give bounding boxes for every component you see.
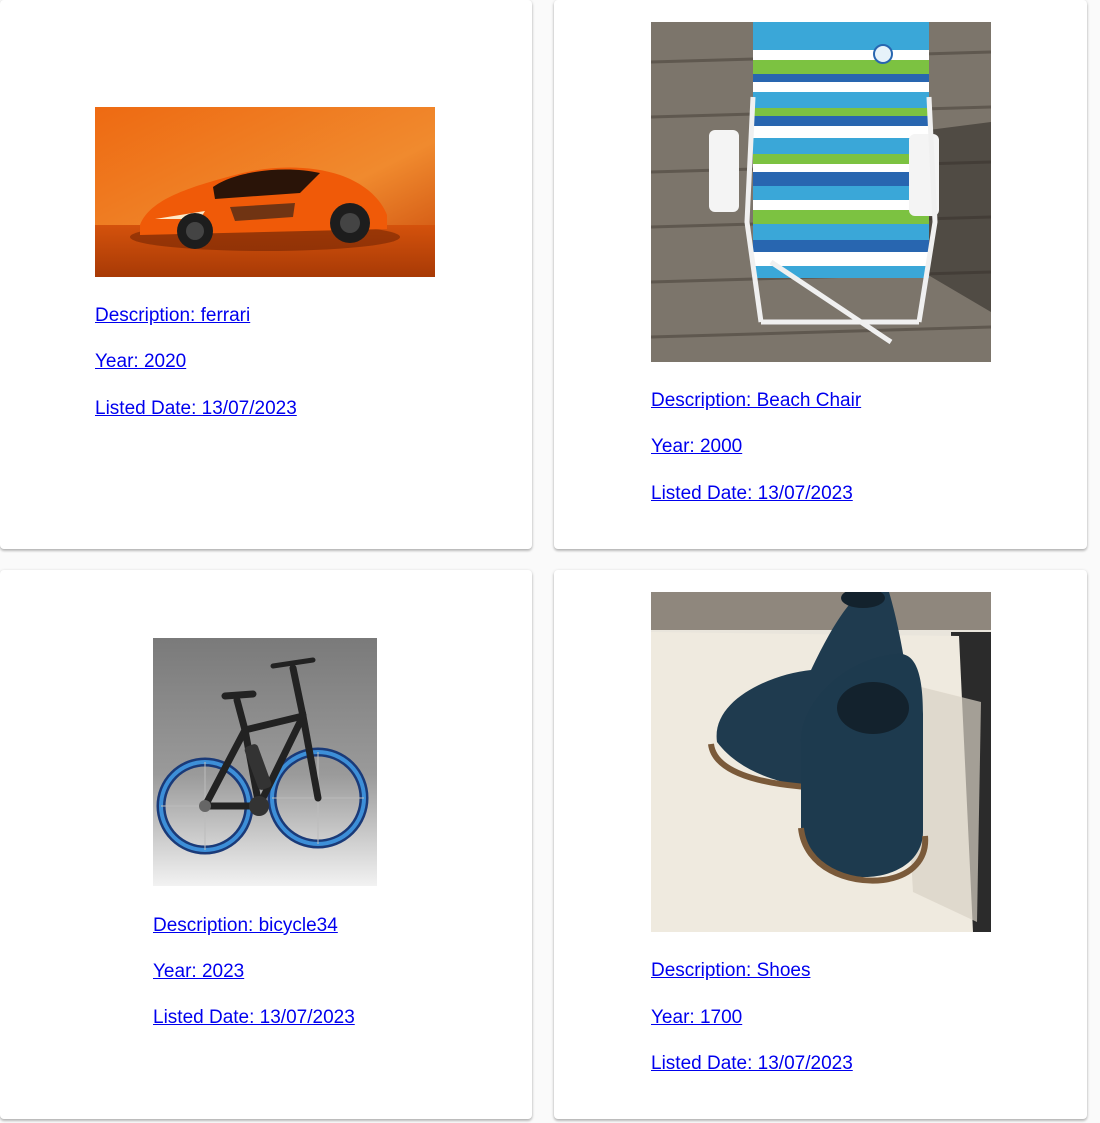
orange-sports-car-image	[95, 107, 435, 277]
year-link[interactable]: Year: 2023	[153, 961, 244, 983]
listed-date-link[interactable]: Listed Date: 13/07/2023	[651, 1053, 853, 1075]
listing-card: Description: Beach Chair Year: 2000 List…	[554, 0, 1087, 549]
description-link[interactable]: Description: bicycle34	[153, 915, 338, 937]
navy-shoes-image	[651, 592, 991, 932]
description-link[interactable]: Description: ferrari	[95, 305, 250, 327]
listed-date-link[interactable]: Listed Date: 13/07/2023	[651, 483, 853, 505]
listed-date-link[interactable]: Listed Date: 13/07/2023	[95, 398, 297, 420]
listing-card: Description: ferrari Year: 2020 Listed D…	[0, 0, 532, 549]
listing-card: Description: bicycle34 Year: 2023 Listed…	[0, 570, 532, 1119]
listed-date-link[interactable]: Listed Date: 13/07/2023	[153, 1007, 355, 1029]
listing-image[interactable]	[651, 592, 991, 932]
year-link[interactable]: Year: 2020	[95, 351, 186, 373]
year-link[interactable]: Year: 2000	[651, 436, 742, 458]
description-link[interactable]: Description: Beach Chair	[651, 390, 861, 412]
description-link[interactable]: Description: Shoes	[651, 960, 810, 982]
listing-image[interactable]	[153, 638, 377, 886]
listing-card: Description: Shoes Year: 1700 Listed Dat…	[554, 570, 1087, 1119]
blue-bicycle-image	[153, 638, 377, 886]
listing-image[interactable]	[651, 22, 991, 362]
year-link[interactable]: Year: 1700	[651, 1007, 742, 1029]
striped-beach-chair-image	[651, 22, 991, 362]
listing-image[interactable]	[95, 107, 435, 277]
